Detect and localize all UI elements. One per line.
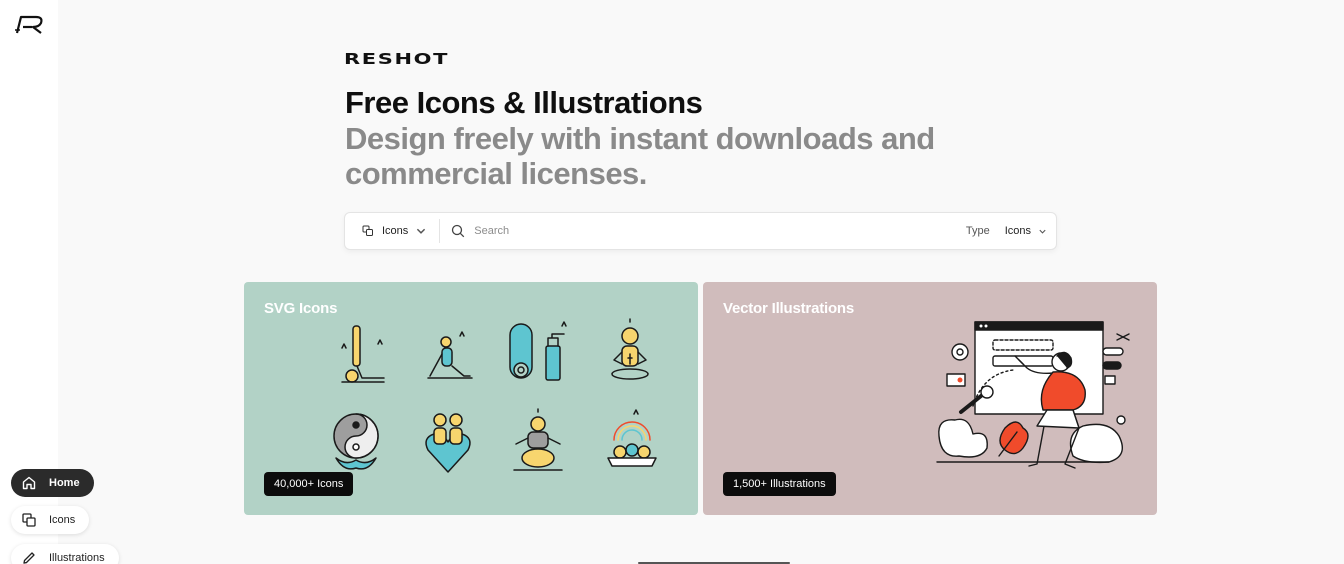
home-icon bbox=[22, 476, 36, 490]
icon-samples-grid bbox=[333, 318, 657, 473]
page-title: Free Icons & Illustrations bbox=[345, 85, 703, 120]
reshot-r-logo-icon[interactable] bbox=[14, 14, 46, 36]
nav-home-label: Home bbox=[49, 477, 80, 489]
designer-illustration bbox=[936, 321, 1130, 469]
reshot-wordmark-logo[interactable]: RESHOT bbox=[344, 50, 450, 66]
type-filter-label: Type bbox=[965, 225, 990, 237]
monk-meditating-icon bbox=[513, 408, 563, 471]
svg-icons-card[interactable]: SVG Icons 40,000+ Icons bbox=[244, 282, 698, 515]
nav-icons-label: Icons bbox=[49, 514, 76, 526]
yin-yang-lotus-icon bbox=[333, 413, 379, 470]
meditation-icon bbox=[611, 318, 649, 380]
yoga-mat-spray-icon bbox=[509, 321, 567, 381]
page-subtitle: Design freely with instant downloads and… bbox=[345, 121, 935, 191]
nav-icons-button[interactable]: Icons bbox=[11, 506, 90, 534]
search-field bbox=[440, 213, 966, 249]
pencil-icon bbox=[23, 552, 35, 564]
stretching-icon bbox=[427, 331, 473, 379]
vector-illustrations-card[interactable]: Vector Illustrations 1,500+ Illustration… bbox=[703, 282, 1157, 515]
svg-text:RESHOT: RESHOT bbox=[344, 50, 449, 66]
card-title: SVG Icons bbox=[264, 300, 338, 317]
chevron-down-icon bbox=[1039, 229, 1046, 234]
vector-illustrations-count-badge: 1,500+ Illustrations bbox=[723, 472, 836, 496]
search-icon bbox=[452, 224, 465, 238]
icons-icon bbox=[362, 225, 373, 236]
yoga-pose-icon bbox=[341, 325, 385, 383]
chevron-down-icon bbox=[417, 228, 426, 234]
search-bar: Icons Type Icons bbox=[344, 212, 1057, 250]
type-filter: Type Icons bbox=[966, 225, 1056, 237]
nav-illustrations-button[interactable]: Illustrations bbox=[11, 544, 119, 564]
icons-icon bbox=[22, 513, 36, 527]
type-filter-value: Icons bbox=[1004, 225, 1031, 237]
nav-home-button[interactable]: Home bbox=[11, 469, 94, 497]
type-filter-dropdown[interactable]: Icons bbox=[1005, 225, 1047, 237]
fruit-bowl-icon bbox=[607, 409, 657, 467]
card-title: Vector Illustrations bbox=[723, 300, 855, 317]
search-input[interactable] bbox=[474, 225, 875, 237]
svg-icons-count-badge: 40,000+ Icons bbox=[264, 472, 354, 496]
family-heart-icon bbox=[425, 413, 471, 473]
nav-illustrations-label: Illustrations bbox=[49, 552, 105, 564]
asset-type-value: Icons bbox=[382, 225, 409, 237]
asset-type-dropdown[interactable]: Icons bbox=[345, 219, 441, 243]
